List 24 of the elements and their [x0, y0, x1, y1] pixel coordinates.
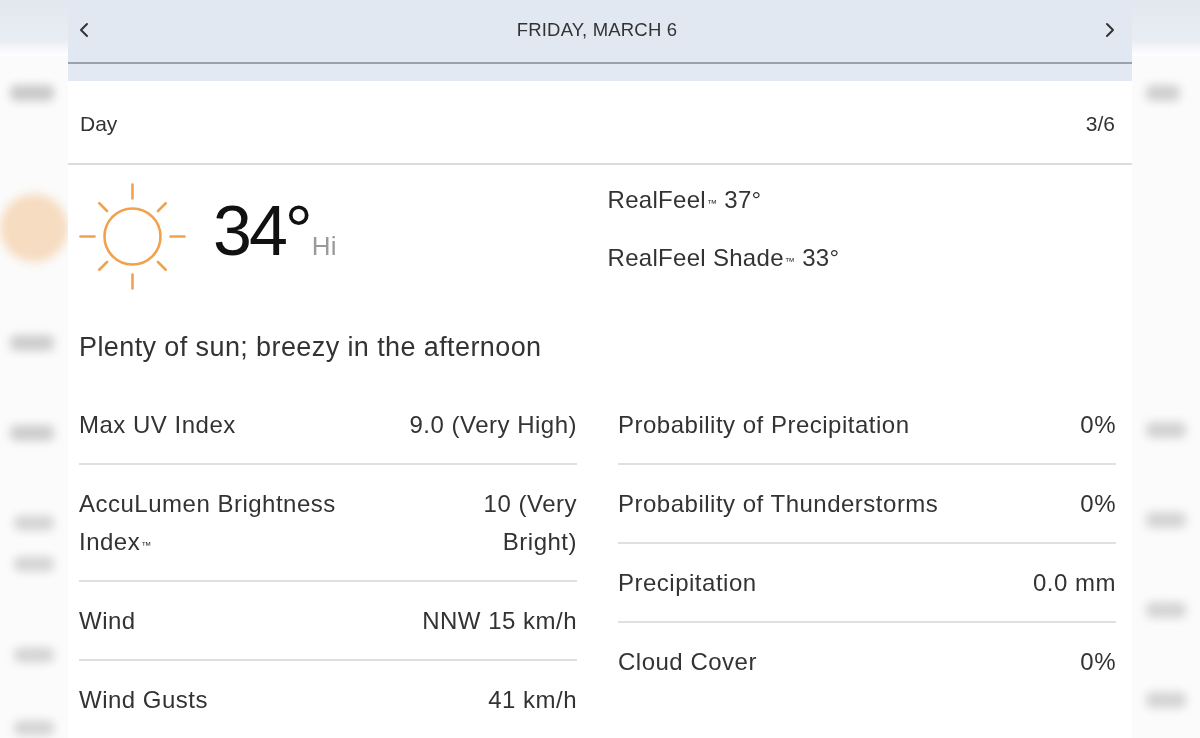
detail-label: Wind: [79, 606, 137, 636]
detail-value: 0.0 mm: [1033, 568, 1116, 598]
detail-label: Max UV Index: [79, 410, 237, 440]
detail-value: 0%: [1080, 410, 1116, 440]
weather-description: Plenty of sun; breezy in the afternoon: [79, 331, 543, 364]
chevron-left-icon: [78, 22, 90, 39]
chevron-right-icon: [1104, 22, 1116, 39]
detail-label: Precipitation: [618, 568, 758, 598]
sun-icon: [79, 183, 186, 290]
period-date: 3/6: [1085, 111, 1115, 136]
temperature-label: Hi: [311, 230, 337, 262]
detail-label: Probability of Thunderstorms: [618, 489, 940, 519]
detail-value: 0%: [1080, 647, 1116, 677]
date-title: FRIDAY, MARCH 6: [516, 19, 678, 42]
detail-value: 0%: [1080, 489, 1116, 519]
detail-value: 41 km/h: [488, 685, 577, 715]
detail-value: 10 (Very Bright): [482, 489, 577, 557]
temperature-value: 34°: [213, 195, 310, 266]
detail-label: Probability of Precipitation: [618, 410, 911, 440]
period-label: Day: [80, 111, 118, 136]
detail-label: Cloud Cover: [618, 647, 758, 677]
detail-value: 9.0 (Very High): [409, 410, 577, 440]
detail-label: Wind Gusts: [79, 685, 210, 715]
detail-value: NNW 15 km/h: [422, 606, 577, 636]
